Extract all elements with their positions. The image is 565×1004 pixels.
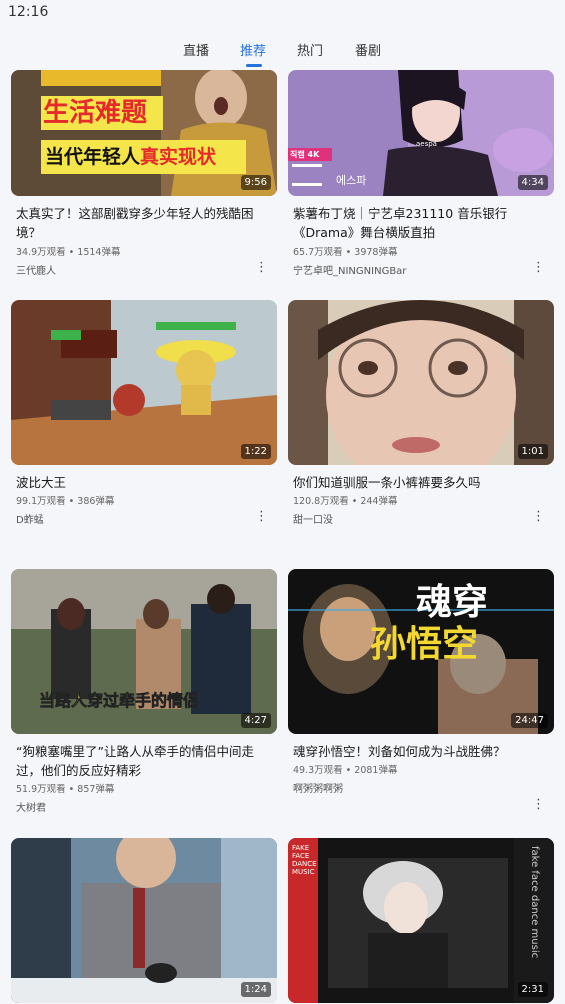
thumb-caption: 孙悟空 bbox=[370, 624, 479, 665]
video-author[interactable]: 三代鹿人 bbox=[16, 262, 56, 277]
thumbnail-image bbox=[288, 300, 554, 465]
thumb-caption: FAKE FACE DANCE MUSIC bbox=[292, 844, 317, 876]
thumbnail-image bbox=[11, 70, 277, 196]
video-author[interactable]: D蚱蜢 bbox=[16, 511, 44, 526]
video-title[interactable]: 你们知道驯服一条小裤裤要多久吗 bbox=[293, 473, 549, 492]
more-options-icon[interactable]: ⋮ bbox=[532, 261, 545, 274]
active-tab-indicator bbox=[246, 64, 262, 67]
video-duration: 2:31 bbox=[517, 982, 548, 997]
video-duration: 9:56 bbox=[240, 175, 271, 190]
video-title[interactable]: 太真实了！这部剧戳穿多少年轻人的残酷困境？ bbox=[16, 204, 272, 242]
video-stats: 65.7万观看 • 3978弹幕 bbox=[293, 247, 398, 258]
video-thumbnail[interactable]: 生活难题 当代年轻人真实现状 9:56 bbox=[11, 70, 277, 196]
tab-live[interactable]: 直播 bbox=[183, 40, 209, 59]
thumb-caption: 魂穿 bbox=[416, 582, 489, 623]
status-bar: 12:16 bbox=[0, 0, 565, 26]
top-tabs: 直播 推荐 热门 番剧 bbox=[0, 38, 565, 68]
video-title[interactable]: 波比大王 bbox=[16, 473, 272, 492]
video-title[interactable]: 紫薯布丁烧｜宁艺卓231110 音乐银行《Drama》舞台横版直拍 bbox=[293, 204, 549, 242]
video-duration: 4:34 bbox=[517, 175, 548, 190]
tab-hot[interactable]: 热门 bbox=[297, 40, 323, 59]
thumb-caption-part: 当代年轻人 bbox=[45, 146, 141, 168]
video-duration: 1:22 bbox=[240, 444, 271, 459]
video-duration: 4:27 bbox=[240, 713, 271, 728]
video-thumbnail[interactable]: 魂穿 孙悟空 24:47 bbox=[288, 569, 554, 734]
video-card[interactable]: 1:22 波比大王 99.1万观看 • 386弹幕 D蚱蜢 ⋮ bbox=[11, 300, 277, 530]
video-card[interactable]: 1:24 bbox=[11, 838, 277, 1003]
video-duration: 1:01 bbox=[517, 444, 548, 459]
video-stats: 34.9万观看 • 1514弹幕 bbox=[16, 247, 121, 258]
status-time: 12:16 bbox=[8, 4, 49, 20]
video-author[interactable]: 啊粥粥啊粥 bbox=[293, 780, 343, 795]
thumb-caption: 当路人穿过牵手的情侣 bbox=[39, 691, 200, 711]
more-options-icon[interactable]: ⋮ bbox=[255, 261, 268, 274]
video-duration: 24:47 bbox=[511, 713, 548, 728]
logo-mark bbox=[292, 164, 322, 186]
thumbnail-image bbox=[11, 838, 277, 1003]
more-options-icon[interactable]: ⋮ bbox=[532, 510, 545, 523]
video-stats: 99.1万观看 • 386弹幕 bbox=[16, 496, 115, 507]
video-card[interactable]: 魂穿 孙悟空 24:47 魂穿孙悟空！刘备如何成为斗战胜佛？ 49.3万观看 •… bbox=[288, 569, 554, 819]
video-title[interactable]: 魂穿孙悟空！刘备如何成为斗战胜佛？ bbox=[293, 742, 549, 761]
video-card[interactable]: 1:01 你们知道驯服一条小裤裤要多久吗 120.8万观看 • 244弹幕 甜一… bbox=[288, 300, 554, 530]
thumb-caption-part: 真实现状 bbox=[140, 146, 217, 168]
more-options-icon[interactable]: ⋮ bbox=[532, 798, 545, 811]
video-card[interactable]: 生活难题 当代年轻人真实现状 9:56 太真实了！这部剧戳穿多少年轻人的残酷困境… bbox=[11, 70, 277, 282]
video-thumbnail[interactable]: 1:01 bbox=[288, 300, 554, 465]
video-card[interactable]: fake face dance music FAKE FACE DANCE MU… bbox=[288, 838, 554, 1003]
tab-recommend[interactable]: 推荐 bbox=[240, 40, 266, 59]
video-card[interactable]: 当路人穿过牵手的情侣 4:27 “狗粮塞嘴里了”让路人从牵手的情侣中间走过，他们… bbox=[11, 569, 277, 819]
video-stats: 120.8万观看 • 244弹幕 bbox=[293, 496, 398, 507]
thumb-caption: 에스파 bbox=[336, 174, 367, 187]
video-author[interactable]: 大树君 bbox=[16, 799, 46, 814]
video-author[interactable]: 甜一口没 bbox=[293, 511, 333, 526]
thumb-caption: aespa bbox=[416, 140, 437, 148]
thumb-caption: 当代年轻人真实现状 bbox=[45, 142, 216, 172]
thumbnail-image bbox=[11, 300, 277, 465]
thumb-caption: 직캠 4K bbox=[290, 150, 320, 159]
tab-anime[interactable]: 番剧 bbox=[355, 40, 381, 59]
video-thumbnail[interactable]: 1:22 bbox=[11, 300, 277, 465]
video-duration: 1:24 bbox=[240, 982, 271, 997]
thumb-caption: 生活难题 bbox=[43, 98, 148, 128]
video-title[interactable]: “狗粮塞嘴里了”让路人从牵手的情侣中间走过，他们的反应好精彩 bbox=[16, 742, 272, 780]
more-options-icon[interactable]: ⋮ bbox=[255, 510, 268, 523]
thumb-caption: fake face dance music bbox=[529, 846, 540, 959]
video-author[interactable]: 宁艺卓吧_NINGNINGBar bbox=[293, 262, 406, 277]
thumbnail-image bbox=[288, 70, 554, 196]
video-stats: 49.3万观看 • 2081弹幕 bbox=[293, 765, 398, 776]
video-thumbnail[interactable]: 当路人穿过牵手的情侣 4:27 bbox=[11, 569, 277, 734]
video-card[interactable]: 직캠 4K aespa 에스파 4:34 紫薯布丁烧｜宁艺卓231110 音乐银… bbox=[288, 70, 554, 282]
thumbnail-image bbox=[288, 838, 554, 1003]
video-thumbnail[interactable]: 1:24 bbox=[11, 838, 277, 1003]
video-thumbnail[interactable]: 직캠 4K aespa 에스파 4:34 bbox=[288, 70, 554, 196]
video-stats: 51.9万观看 • 857弹幕 bbox=[16, 784, 115, 795]
video-thumbnail[interactable]: fake face dance music FAKE FACE DANCE MU… bbox=[288, 838, 554, 1003]
